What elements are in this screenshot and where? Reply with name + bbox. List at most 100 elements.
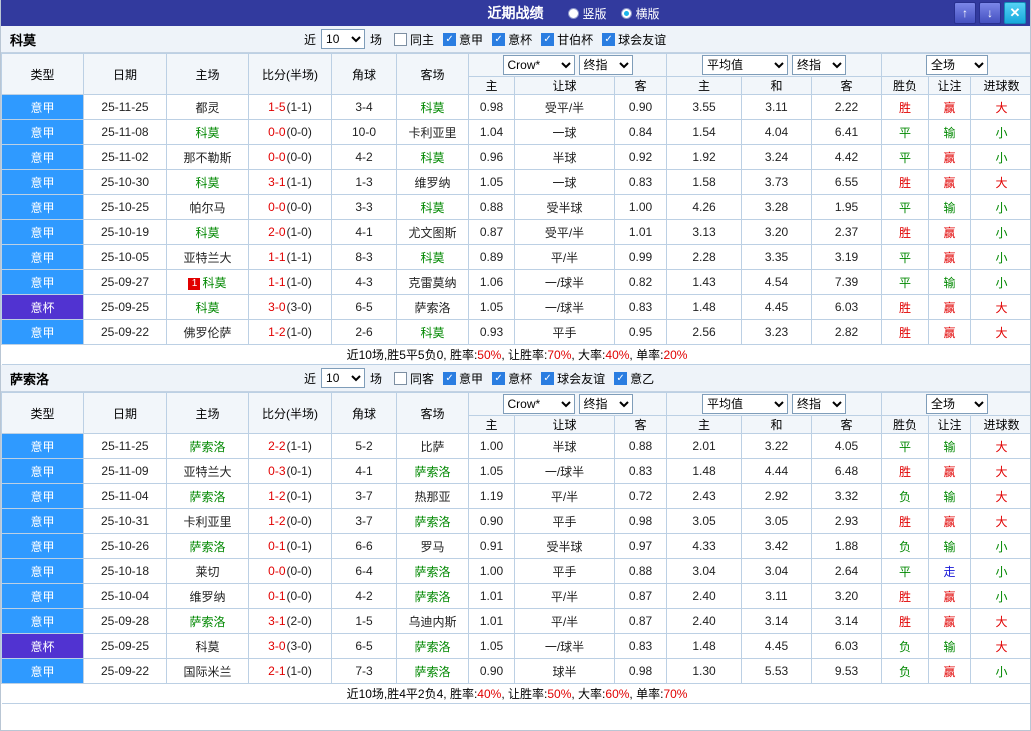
summary-stat-value: 20%: [663, 348, 688, 362]
handicap-result-cell: 赢: [928, 219, 972, 245]
column-header-home: 主场: [166, 53, 249, 95]
radio-icon[interactable]: [567, 7, 579, 19]
handicap-result-cell: 赢: [928, 458, 972, 484]
match-count-select[interactable]: 10: [321, 368, 366, 388]
corners-cell: 6-6: [331, 533, 397, 559]
checkbox-icon[interactable]: ✓: [541, 32, 555, 46]
bookmaker-select[interactable]: Crow*: [502, 394, 575, 414]
euro-draw-odds-cell: 3.22: [741, 433, 812, 459]
euro-draw-odds-cell: 5.53: [741, 658, 812, 684]
date-cell: 25-10-18: [83, 558, 167, 584]
euro-away-odds-cell: 6.41: [810, 119, 883, 145]
checkbox-label: 意杯: [508, 371, 533, 386]
match-row: 意甲 25-10-26 萨索洛 0-1(0-1) 6-6 罗马 0.91 受半球 0.97 4.3…: [1, 533, 1030, 559]
home-team-cell: 科莫: [166, 294, 249, 320]
column-header-eu_draw: 和: [741, 76, 812, 95]
match-type-cell: 意杯: [1, 633, 84, 659]
handicap-line-cell: 受平/半: [514, 219, 615, 245]
competition-checkbox[interactable]: ✓ 甘伯杯: [541, 31, 593, 48]
score-cell: 3-1(2-0): [248, 608, 332, 634]
handicap-home-odds-cell: 0.90: [468, 508, 515, 534]
checkbox-icon[interactable]: ✓: [602, 32, 616, 46]
win-loss-result-cell: 平: [881, 558, 930, 584]
away-team-cell: 乌迪内斯: [396, 608, 469, 634]
home-team-name: 亚特兰大: [183, 250, 232, 265]
competition-checkbox[interactable]: ✓ 意乙: [614, 370, 654, 387]
goals-result-cell: 大: [970, 169, 1030, 195]
same-venue-checkbox[interactable]: 同客: [394, 370, 434, 387]
checkbox-icon[interactable]: ✓: [541, 371, 555, 385]
layout-radio-horizontal[interactable]: 横版: [620, 5, 660, 22]
euro-draw-odds-cell: 3.11: [741, 583, 812, 609]
handicap-home-odds-cell: 1.19: [468, 483, 515, 509]
handicap-away-odds-cell: 1.00: [614, 194, 667, 220]
euro-odds-source-select[interactable]: 平均值: [702, 55, 789, 75]
date-cell: 25-10-05: [83, 244, 167, 270]
handicap-home-odds-cell: 0.88: [468, 194, 515, 220]
checkbox-icon[interactable]: [394, 32, 408, 46]
competition-checkbox[interactable]: ✓ 意甲: [443, 370, 483, 387]
checkbox-label: 球会友谊: [618, 32, 667, 47]
match-type-cell: 意甲: [1, 169, 84, 195]
match-row: 意甲 25-10-04 维罗纳 0-1(0-0) 4-2 萨索洛 1.01 平/半 0.87 2.…: [1, 583, 1030, 609]
radio-icon[interactable]: [620, 7, 632, 19]
same-venue-checkbox[interactable]: 同主: [394, 31, 434, 48]
handicap-line-cell: 一/球半: [514, 633, 615, 659]
euro-draw-odds-cell: 4.54: [741, 269, 812, 295]
euro-odds-source-select[interactable]: 平均值: [702, 394, 789, 414]
euro-odds-stage-select[interactable]: 终指: [792, 55, 847, 75]
handicap-line-cell: 球半: [514, 658, 615, 684]
checkbox-icon[interactable]: ✓: [443, 371, 457, 385]
filter-bar: 萨索洛近 10 场同客 ✓ 意甲 ✓ 意杯 ✓ 球会友谊 ✓ 意乙: [1, 365, 1030, 392]
away-team-cell: 科莫: [396, 319, 469, 345]
layout-radio-vertical[interactable]: 竖版: [567, 5, 607, 22]
handicap-result-cell: 输: [928, 483, 972, 509]
checkbox-icon[interactable]: ✓: [443, 32, 457, 46]
win-loss-result-cell: 胜: [881, 219, 930, 245]
score-cell: 1-2(0-0): [248, 508, 332, 534]
competition-checkbox[interactable]: ✓ 球会友谊: [602, 31, 666, 48]
win-loss-result-cell: 胜: [881, 508, 930, 534]
euro-odds-stage-select[interactable]: 终指: [792, 394, 847, 414]
close-button[interactable]: ✕: [1004, 2, 1026, 24]
column-header-res_ah: 让注: [928, 415, 972, 434]
competition-checkbox[interactable]: ✓ 意杯: [492, 370, 532, 387]
competition-checkbox[interactable]: ✓ 球会友谊: [541, 370, 605, 387]
euro-away-odds-cell: 3.20: [810, 583, 883, 609]
period-select[interactable]: 全场: [926, 55, 989, 75]
competition-checkbox[interactable]: ✓ 意杯: [492, 31, 532, 48]
checkbox-icon[interactable]: ✓: [492, 32, 506, 46]
bookmaker-select[interactable]: Crow*: [502, 55, 575, 75]
corners-cell: 2-6: [331, 319, 397, 345]
match-type-cell: 意甲: [1, 119, 84, 145]
euro-home-odds-cell: 2.01: [666, 433, 742, 459]
summary-stat-label: 让胜率:: [508, 687, 548, 701]
handicap-away-odds-cell: 0.95: [614, 319, 667, 345]
column-header-date: 日期: [83, 53, 167, 95]
handicap-odds-stage-select[interactable]: 终指: [578, 394, 633, 414]
match-count-select[interactable]: 10: [321, 29, 366, 49]
column-header-eu_away: 客: [810, 415, 883, 434]
corners-cell: 4-1: [331, 458, 397, 484]
checkbox-label: 同客: [410, 371, 435, 386]
checkbox-label: 意甲: [459, 32, 484, 47]
match-row: 意甲 25-09-27 1 科莫 1-1(1-0) 4-3 克雷莫纳 1.06 一/球半 0.82…: [1, 269, 1030, 295]
full-time-score: 0-3: [268, 464, 286, 478]
competition-checkbox[interactable]: ✓ 意甲: [443, 31, 483, 48]
date-cell: 25-09-25: [83, 294, 167, 320]
column-header-score: 比分(半场): [248, 53, 332, 95]
checkbox-icon[interactable]: ✓: [614, 371, 628, 385]
checkbox-icon[interactable]: [394, 371, 408, 385]
half-time-score: (0-1): [286, 489, 312, 503]
euro-home-odds-cell: 1.48: [666, 458, 742, 484]
handicap-odds-stage-select[interactable]: 终指: [578, 55, 633, 75]
radio-label: 横版: [635, 6, 660, 21]
scroll-up-button[interactable]: ↑: [954, 2, 976, 24]
away-team-cell: 萨索洛: [396, 294, 469, 320]
period-select[interactable]: 全场: [926, 394, 989, 414]
handicap-line-cell: 平手: [514, 508, 615, 534]
scroll-down-button[interactable]: ↓: [979, 2, 1001, 24]
handicap-result-cell: 赢: [928, 244, 972, 270]
checkbox-icon[interactable]: ✓: [492, 371, 506, 385]
date-cell: 25-09-22: [83, 658, 167, 684]
